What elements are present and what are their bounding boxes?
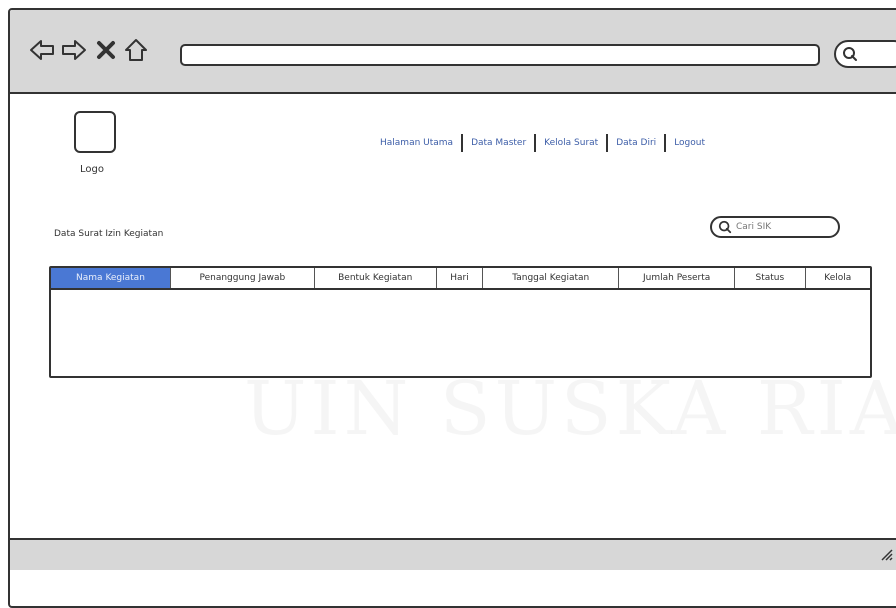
nav-separator [664, 134, 667, 152]
back-arrow-icon[interactable] [28, 36, 56, 64]
column-header-bentuk-kegiatan[interactable]: Bentuk Kegiatan [315, 268, 437, 288]
nav-separator [606, 134, 609, 152]
close-icon[interactable] [92, 36, 120, 64]
forward-arrow-icon[interactable] [60, 36, 88, 64]
search-icon [718, 220, 732, 234]
browser-toolbar [10, 10, 896, 94]
status-bar [10, 538, 896, 570]
search-icon [843, 47, 857, 61]
browser-window: UIN SUSKA RIAU Logo Halaman Utama Data M… [8, 8, 896, 608]
search-input[interactable] [736, 222, 826, 232]
column-header-jumlah-peserta[interactable]: Jumlah Peserta [619, 268, 736, 288]
column-header-kelola[interactable]: Kelola [806, 268, 870, 288]
page-title: Data Surat Izin Kegiatan [54, 229, 164, 239]
table-header: Nama Kegiatan Penanggung Jawab Bentuk Ke… [51, 268, 870, 290]
nav-item-data-diri[interactable]: Data Diri [616, 138, 656, 148]
data-table: Nama Kegiatan Penanggung Jawab Bentuk Ke… [49, 266, 872, 378]
browser-search-button[interactable] [834, 40, 896, 68]
nav-separator [534, 134, 537, 152]
url-bar[interactable] [180, 44, 820, 66]
top-navigation: Halaman Utama Data Master Kelola Surat D… [380, 134, 705, 152]
column-header-hari[interactable]: Hari [437, 268, 484, 288]
home-icon[interactable] [122, 36, 150, 64]
nav-item-data-master[interactable]: Data Master [471, 138, 526, 148]
logo [74, 111, 116, 153]
column-header-penanggung-jawab[interactable]: Penanggung Jawab [171, 268, 315, 288]
nav-item-logout[interactable]: Logout [674, 138, 705, 148]
column-header-nama-kegiatan[interactable]: Nama Kegiatan [51, 268, 171, 288]
column-header-status[interactable]: Status [735, 268, 806, 288]
nav-separator [461, 134, 464, 152]
nav-item-kelola-surat[interactable]: Kelola Surat [544, 138, 598, 148]
nav-item-halaman-utama[interactable]: Halaman Utama [380, 138, 453, 148]
resize-grip-icon[interactable] [880, 548, 894, 562]
search-box[interactable] [710, 216, 840, 238]
watermark: UIN SUSKA RIAU [244, 366, 896, 452]
column-header-tanggal-kegiatan[interactable]: Tanggal Kegiatan [483, 268, 620, 288]
logo-label: Logo [80, 164, 104, 175]
